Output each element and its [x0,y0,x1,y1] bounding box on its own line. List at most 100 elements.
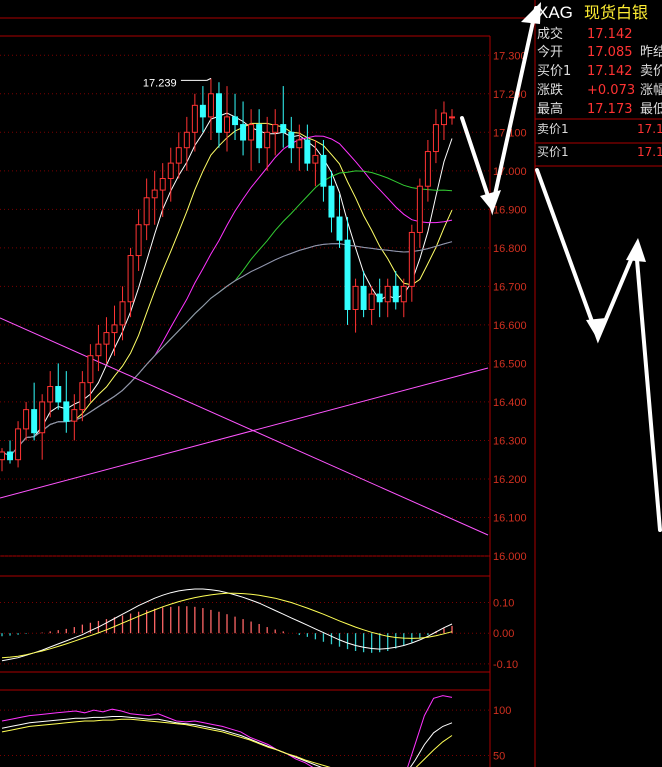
candle-body[interactable] [191,104,198,133]
kdj-k-line [1,716,453,767]
trendline-descending[interactable] [0,317,489,536]
candle-body[interactable] [296,139,303,149]
ma20-line [1,135,453,457]
candle-body[interactable] [47,386,54,403]
candle-body[interactable] [183,131,190,149]
candle-body[interactable] [352,285,359,310]
quote-label: 成交 [537,26,563,42]
candle-body[interactable] [175,147,182,164]
ask-label: 卖价1 [537,122,569,136]
chart-stage: 17.239 17.30017.20017.10017.00016.90016.… [0,0,662,767]
annotation-arrows [460,2,662,532]
candle-body[interactable] [95,343,102,357]
bid-label: 买价1 [537,145,569,159]
candle-body[interactable] [224,116,230,133]
arrowhead-icon [626,238,646,262]
candle-body[interactable] [449,116,455,119]
price-tick-label: 16.300 [493,435,527,447]
axis-layer: 17.30017.20017.10017.00016.90016.80016.7… [493,50,527,762]
candle-body[interactable] [31,409,38,434]
candle-body[interactable] [320,154,327,187]
quote-panel: 成交 17.142 今开 17.085 昨结 买价1 17.142 卖价 涨跌 … [535,26,662,167]
candle-body[interactable] [344,239,351,310]
candle-body[interactable] [328,185,335,218]
ask-value: 17.1 [637,122,662,136]
macd-tick-label: 0.00 [493,628,514,640]
price-tick-label: 16.600 [493,320,527,332]
candle-body[interactable] [55,386,62,403]
quote-side-label: 昨结 [640,45,662,60]
price-tick-label: 16.400 [493,397,527,409]
candle-body[interactable] [232,116,239,126]
high-marker-line [206,77,212,81]
quote-value: 17.142 [587,64,633,79]
candle-body[interactable] [143,197,150,226]
kdj-panel[interactable] [1,695,453,767]
candle-body[interactable] [111,324,118,334]
kdj-tick-label: 50 [493,750,505,762]
candle-body[interactable] [288,131,295,149]
candle-body[interactable] [87,355,94,384]
candle-body[interactable] [392,285,399,303]
price-tick-label: 17.200 [493,89,527,101]
quote-side-label: 卖价 [640,64,662,79]
candle-body[interactable] [0,451,5,461]
candle-body[interactable] [424,151,431,187]
candle-body[interactable] [240,124,247,141]
candle-body[interactable] [408,231,415,287]
candle-body[interactable] [135,224,142,257]
price-tick-label: 16.000 [493,551,527,563]
candle-body[interactable] [159,178,166,191]
candle-body[interactable] [272,124,279,133]
candle-body[interactable] [23,409,30,430]
quote-label: 今开 [537,44,563,60]
quote-side-label: 涨幅 [640,83,662,98]
candle-body[interactable] [151,189,158,199]
symbol-label: XAG [537,3,573,22]
candle-body[interactable] [264,131,271,149]
candle-body[interactable] [368,293,375,310]
candle-body[interactable] [39,401,46,434]
quote-label: 最高 [537,101,563,117]
price-tick-label: 16.100 [493,512,527,524]
candle-body[interactable] [79,382,86,411]
candle-body[interactable] [248,124,255,141]
price-tick-label: 16.700 [493,281,527,293]
candle-body[interactable] [376,293,383,303]
forecast-arrow-path [535,168,662,532]
kdj-d-line [1,718,453,767]
candle-body[interactable] [207,93,214,118]
quote-label: 买价1 [537,64,571,79]
candle-body[interactable] [127,255,134,303]
candle-body[interactable] [199,104,206,118]
candle-body[interactable] [400,285,407,303]
candle-body[interactable] [167,162,174,180]
candle-body[interactable] [71,409,78,422]
price-tick-label: 16.800 [493,243,527,255]
candle-body[interactable] [119,301,126,326]
candle-body[interactable] [336,216,343,241]
ma30-line [1,170,453,457]
quote-label: 涨跌 [537,82,563,98]
candle-body[interactable] [312,154,319,164]
candle-body[interactable] [440,112,447,126]
candle-body[interactable] [280,124,287,133]
candle-body[interactable] [304,139,311,164]
candle-body[interactable] [63,401,70,422]
forecast-arrow-path [460,6,538,216]
candle-body[interactable] [360,285,367,310]
candle-body[interactable] [7,451,14,461]
macd-panel[interactable] [1,588,453,662]
price-tick-label: 16.500 [493,358,527,370]
candle-body[interactable] [215,93,222,133]
candle-body[interactable] [384,285,391,303]
high-annotation-label: 17.239 [143,77,177,89]
candle-body[interactable] [15,428,22,461]
candle-body[interactable] [416,185,423,233]
candle-body[interactable] [103,332,110,345]
price-panel[interactable]: 17.239 [0,77,489,536]
candle-body[interactable] [432,124,439,153]
candle-body[interactable] [256,124,263,149]
quote-value: 17.173 [587,102,633,117]
quote-value: 17.085 [587,45,633,60]
